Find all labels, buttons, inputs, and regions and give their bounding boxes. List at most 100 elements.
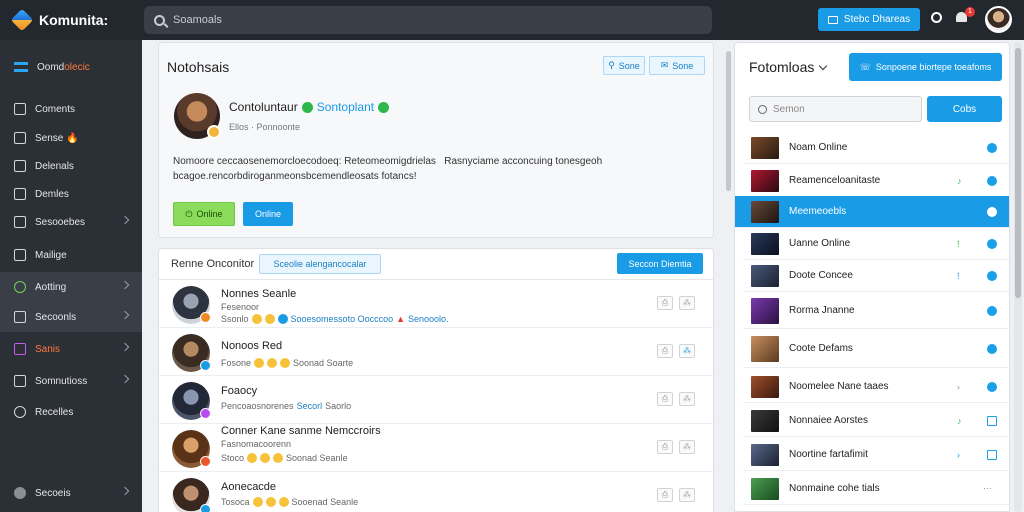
list-item-name[interactable]: Foaocy: [221, 385, 257, 397]
sidebar-item-somnutioss[interactable]: Somnutioss: [0, 366, 142, 396]
page-scrollbar-thumb[interactable]: [1015, 48, 1021, 298]
online-green-button[interactable]: ⏻ Online: [173, 202, 235, 226]
list-item-meta-a: Pencoaosnorenes: [221, 401, 294, 411]
feed-action-button[interactable]: Seccon Diemtia: [617, 253, 703, 274]
pin-icon[interactable]: ⎙: [657, 392, 673, 406]
emoji-icon: [278, 497, 289, 507]
sidebar-item-recelles[interactable]: Recelles: [0, 397, 142, 427]
avatar[interactable]: [172, 382, 211, 420]
share-icon[interactable]: ⁂: [679, 440, 695, 454]
sidebar-item-label: Secoonls: [35, 311, 77, 323]
list-icon: [14, 160, 26, 172]
avatar[interactable]: [172, 286, 211, 324]
friend-item[interactable]: Noam Online: [743, 132, 1009, 164]
notifications-bell[interactable]: 1: [956, 7, 975, 24]
notification-button-b[interactable]: ✉ Sone: [649, 56, 705, 75]
sidebar-item-dashboard[interactable]: Oomdolecic: [0, 52, 142, 82]
top-action-button[interactable]: Stebc Dhareas: [818, 8, 920, 31]
search-icon[interactable]: [931, 12, 942, 23]
notification-button-a-label: Sone: [618, 60, 640, 71]
friend-item[interactable]: Nonmaine cohe tials ⋯: [743, 473, 1009, 505]
activity-icon: ›: [957, 449, 960, 460]
friend-item[interactable]: Coote Defams: [743, 330, 1009, 368]
friend-item[interactable]: Noortine fartafimit ›: [743, 439, 1009, 471]
more-icon[interactable]: ⋯: [983, 483, 992, 494]
sidebar-item-label: Secoeis: [35, 487, 71, 499]
sidebar-item-secoonls[interactable]: Secoonls: [0, 302, 142, 332]
list-item[interactable]: Nonoos Red Fosone Soonad Soarte ⎙ ⁂: [159, 329, 713, 376]
sidebar-item-delenals[interactable]: Delenals: [0, 151, 142, 181]
level-badge-icon: [207, 125, 221, 139]
share-icon[interactable]: ⁂: [679, 344, 695, 358]
friend-item[interactable]: Rorma Jnanne: [743, 293, 1009, 329]
activity-icon: ♪: [957, 175, 962, 186]
grid-icon: [14, 311, 26, 323]
friends-panel-button-label: Sonpoene biortepe toeafoms: [875, 62, 992, 72]
share-icon[interactable]: ⁂: [679, 392, 695, 406]
friends-search-button[interactable]: Cobs: [927, 96, 1002, 122]
friends-search-input[interactable]: Semon: [749, 96, 922, 122]
notification-scrollbar[interactable]: [726, 51, 731, 191]
list-item[interactable]: Foaocy Pencoaosnorenes Secorl Saorlo ⎙ ⁂: [159, 377, 713, 424]
folder-icon: [14, 132, 26, 144]
status-icon: [987, 305, 997, 316]
sidebar-item-secoeis[interactable]: Secoeis: [0, 478, 142, 508]
profile-name[interactable]: Contoluntaur: [229, 100, 298, 114]
app-logo[interactable]: Komunita:: [0, 8, 142, 32]
status-icon: [987, 381, 997, 392]
friend-item[interactable]: Noomelee Nane taaes ›: [743, 371, 1009, 403]
profile-tag[interactable]: Sontoplant: [317, 100, 374, 114]
list-item-link[interactable]: Secorl: [297, 401, 323, 411]
friends-panel-button[interactable]: ☏ Sonpoene biortepe toeafoms: [849, 53, 1002, 81]
status-icon: [200, 312, 211, 323]
list-item-name[interactable]: Nonnes Seanle: [221, 288, 296, 300]
user-avatar[interactable]: [985, 6, 1012, 33]
friend-item-selected[interactable]: Meemeoebls: [735, 196, 1009, 228]
notification-button-a[interactable]: ⚲ Sone: [603, 56, 645, 75]
profile-avatar[interactable]: [174, 93, 221, 139]
pin-icon[interactable]: ⎙: [657, 440, 673, 454]
list-item[interactable]: Aonecacde Tosoca Sooenad Seanle ⎙ ⁂: [159, 473, 713, 512]
sidebar-item-sense[interactable]: Sense 🔥: [0, 123, 142, 153]
sidebar-item-comments[interactable]: Coments: [0, 94, 142, 124]
friends-panel: Fotomloas ☏ Sonpoene biortepe toeafoms S…: [734, 42, 1010, 512]
pin-icon[interactable]: ⎙: [657, 296, 673, 310]
friend-item[interactable]: Doote Concee ǃ: [743, 260, 1009, 292]
avatar[interactable]: [172, 430, 211, 468]
list-item-name[interactable]: Aonecacde: [221, 481, 276, 493]
status-icon: [200, 360, 211, 371]
emoji-icon: [247, 453, 258, 463]
online-blue-button[interactable]: Online: [243, 202, 293, 226]
list-item[interactable]: Nonnes Seanle Fesenoor Ssonlo Sooesomess…: [159, 281, 713, 328]
notification-badge: 1: [965, 7, 975, 17]
sidebar-item-sanis[interactable]: Sanis: [0, 334, 142, 364]
list-item-link[interactable]: Sooesomessoto Oocccoo: [291, 314, 394, 324]
emoji-icon: [254, 358, 265, 368]
avatar[interactable]: [172, 334, 211, 372]
friend-item[interactable]: Uanne Online ǃ: [743, 228, 1009, 260]
list-item-name[interactable]: Nonoos Red: [221, 340, 282, 352]
list-item[interactable]: Conner Kane sanme Nemccroirs Fasnomacoor…: [159, 425, 713, 472]
pin-icon[interactable]: ⎙: [657, 344, 673, 358]
power-icon: ⏻: [185, 208, 193, 219]
sidebar-item-sesooebes[interactable]: Sesooebes: [0, 207, 142, 237]
emoji-icon: [264, 314, 275, 324]
sidebar-item-mailige[interactable]: Mailige: [0, 240, 142, 270]
fire-icon: ▲: [396, 314, 406, 324]
friend-item[interactable]: Nonnaiee Aorstes ♪: [743, 405, 1009, 437]
sidebar-item-aotting[interactable]: Aotting: [0, 272, 142, 302]
app-name: Komunita:: [39, 12, 109, 28]
list-item-meta: Pencoaosnorenes Secorl Saorlo: [221, 401, 351, 411]
magic-icon: [14, 343, 26, 355]
pin-icon[interactable]: ⎙: [657, 488, 673, 502]
global-search-input[interactable]: Soamoals: [144, 6, 712, 34]
share-icon[interactable]: ⁂: [679, 296, 695, 310]
friend-item[interactable]: Reamenceloanitaste ♪: [743, 165, 1009, 197]
feed-filter-tag[interactable]: Sceolie alengancocalar: [259, 254, 381, 274]
sidebar-item-demles[interactable]: Demles: [0, 179, 142, 209]
friends-panel-title[interactable]: Fotomloas: [749, 59, 828, 75]
list-item-name[interactable]: Conner Kane sanme Nemccroirs: [221, 425, 381, 437]
avatar[interactable]: [172, 478, 211, 512]
verified-icon: [301, 101, 313, 113]
share-icon[interactable]: ⁂: [679, 488, 695, 502]
